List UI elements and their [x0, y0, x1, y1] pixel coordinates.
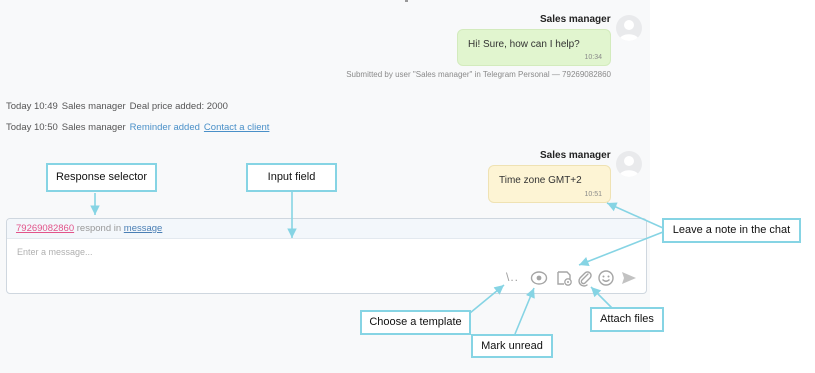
event-date: Today 10:49: [6, 101, 58, 112]
callout-input-field: Input field: [246, 163, 337, 192]
channel-selector[interactable]: message: [124, 223, 163, 234]
user-avatar-icon: [619, 156, 639, 177]
callout-mark-unread: Mark unread: [471, 334, 553, 358]
phone-link[interactable]: 79269082860: [16, 223, 74, 234]
reminder-link[interactable]: Reminder added: [130, 122, 200, 133]
message-source: Submitted by user "Sales manager" in Tel…: [346, 70, 611, 79]
event-row: Today 10:49 Sales manager Deal price added…: [6, 101, 228, 112]
event-user: Sales manager: [61, 101, 126, 112]
message-time: 10:34: [584, 54, 602, 61]
avatar: [616, 151, 642, 177]
paperclip-icon[interactable]: [576, 269, 594, 287]
message-text: Hi! Sure, how can I help?: [468, 39, 580, 50]
template-icon[interactable]: \..: [506, 268, 526, 286]
message-bubble: Hi! Sure, how can I help? 10:34: [457, 29, 611, 66]
send-icon[interactable]: [620, 269, 638, 287]
response-selector[interactable]: 79269082860 respond in message: [7, 219, 646, 239]
contact-client-link[interactable]: Contact a client: [204, 122, 269, 133]
callout-attach-files: Attach files: [590, 307, 664, 332]
event-date: Today 10:50: [6, 122, 58, 133]
note-icon[interactable]: [555, 269, 573, 287]
callout-choose-template: Choose a template: [360, 310, 471, 335]
event-text: Deal price added: 2000: [129, 101, 228, 112]
message-input-box: 79269082860 respond in message Enter a m…: [6, 218, 647, 294]
eye-icon[interactable]: [530, 269, 548, 287]
avatar: [616, 15, 642, 41]
scroll-mark: [405, 0, 408, 2]
respond-in-label: respond in: [76, 223, 122, 234]
note-time: 10:51: [584, 191, 602, 198]
event-user: Sales manager: [61, 122, 126, 133]
message-sender: Sales manager: [540, 14, 611, 25]
message-input[interactable]: Enter a message...: [17, 247, 93, 257]
note-bubble: Time zone GMT+2 10:51: [488, 165, 611, 203]
user-avatar-icon: [619, 20, 639, 41]
callout-response-selector: Response selector: [46, 163, 157, 192]
event-row: Today 10:50 Sales manager Reminder added Co…: [6, 122, 269, 133]
note-text: Time zone GMT+2: [499, 175, 582, 186]
smile-icon[interactable]: [597, 269, 615, 287]
message-sender: Sales manager: [540, 150, 611, 161]
callout-leave-note: Leave a note in the chat: [662, 218, 801, 243]
